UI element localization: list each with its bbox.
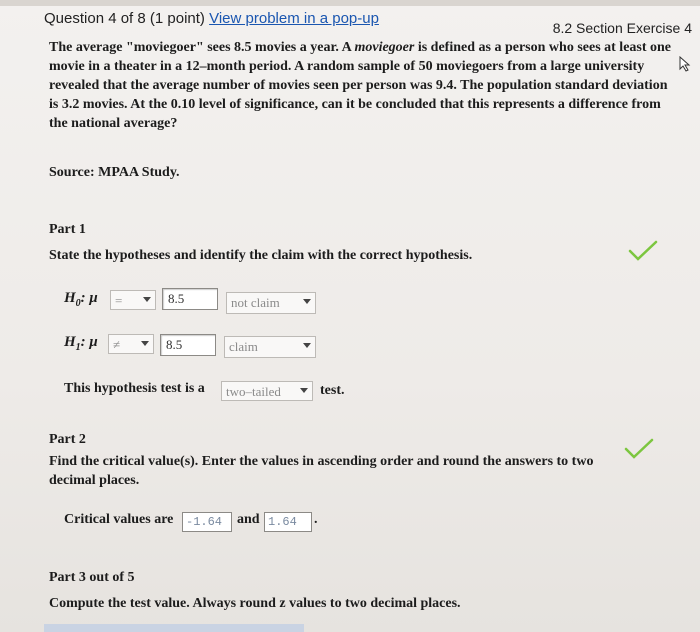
tail-type-select[interactable]: two–tailed — [221, 381, 313, 401]
h1-claim-select[interactable]: claim — [224, 336, 316, 358]
bottom-input-strip — [44, 624, 304, 632]
problem-term: moviegoer — [354, 40, 415, 55]
critical-values-and: and — [237, 512, 260, 527]
h1-label: H1: μ — [64, 334, 98, 353]
h0-symbol: H — [64, 290, 76, 306]
question-header: Question 4 of 8 (1 point) View problem i… — [44, 8, 700, 36]
critical-value-1: -1.64 — [186, 515, 223, 529]
problem-statement: The average "moviegoer" sees 8.5 movies … — [49, 38, 674, 133]
critical-values-suffix: . — [314, 512, 318, 527]
part3-title: Part 3 out of 5 — [49, 570, 135, 585]
h0-mu: : μ — [80, 290, 98, 306]
part1-title: Part 1 — [49, 222, 86, 237]
h0-operator-value: = — [115, 293, 123, 308]
h0-operator-select[interactable]: = — [110, 290, 156, 310]
h0-label: H0: μ — [64, 290, 98, 309]
chevron-down-icon — [141, 341, 149, 346]
tail-suffix: test. — [320, 383, 345, 398]
h0-claim-value: not claim — [231, 295, 280, 310]
chevron-down-icon — [303, 299, 311, 304]
chevron-down-icon — [303, 343, 311, 348]
check-icon — [628, 240, 658, 261]
h1-operator-value: ≠ — [113, 337, 121, 352]
popup-link[interactable]: View problem in a pop-up — [209, 10, 379, 27]
h1-claim-value: claim — [229, 339, 258, 354]
chevron-down-icon — [300, 388, 308, 393]
h1-symbol: H — [64, 334, 76, 350]
tail-type-value: two–tailed — [226, 384, 281, 399]
part3-instruction: Compute the test value. Always round z v… — [49, 596, 461, 611]
question-label: Question 4 of 8 (1 point) View problem i… — [44, 10, 379, 27]
part1-instruction: State the hypotheses and identify the cl… — [49, 248, 473, 263]
tail-prefix: This hypothesis test is a — [64, 381, 205, 396]
h1-value-text: 8.5 — [166, 337, 183, 352]
h1-value-input[interactable]: 8.5 — [160, 334, 216, 356]
h0-value-input[interactable]: 8.5 — [162, 288, 218, 310]
top-border — [0, 0, 700, 6]
page: Question 4 of 8 (1 point) View problem i… — [0, 0, 700, 632]
mouse-cursor-icon — [679, 56, 691, 72]
h1-mu: : μ — [80, 334, 98, 350]
question-counter: Question 4 of 8 (1 point) — [44, 10, 205, 27]
chevron-down-icon — [143, 297, 151, 302]
h0-value-text: 8.5 — [168, 291, 185, 306]
critical-value-2: 1.64 — [268, 515, 297, 529]
critical-value-2-input[interactable]: 1.64 — [264, 512, 312, 532]
critical-value-1-input[interactable]: -1.64 — [182, 512, 232, 532]
problem-source: Source: MPAA Study. — [49, 165, 180, 180]
h0-claim-select[interactable]: not claim — [226, 292, 316, 314]
critical-values-prefix: Critical values are — [64, 512, 174, 527]
problem-text-1: The average "moviegoer" sees 8.5 movies … — [49, 40, 355, 55]
part2-instruction: Find the critical value(s). Enter the va… — [49, 454, 594, 488]
part2-title: Part 2 — [49, 432, 86, 447]
section-label: 8.2 Section Exercise 4 — [552, 20, 692, 36]
h1-operator-select[interactable]: ≠ — [108, 334, 154, 354]
